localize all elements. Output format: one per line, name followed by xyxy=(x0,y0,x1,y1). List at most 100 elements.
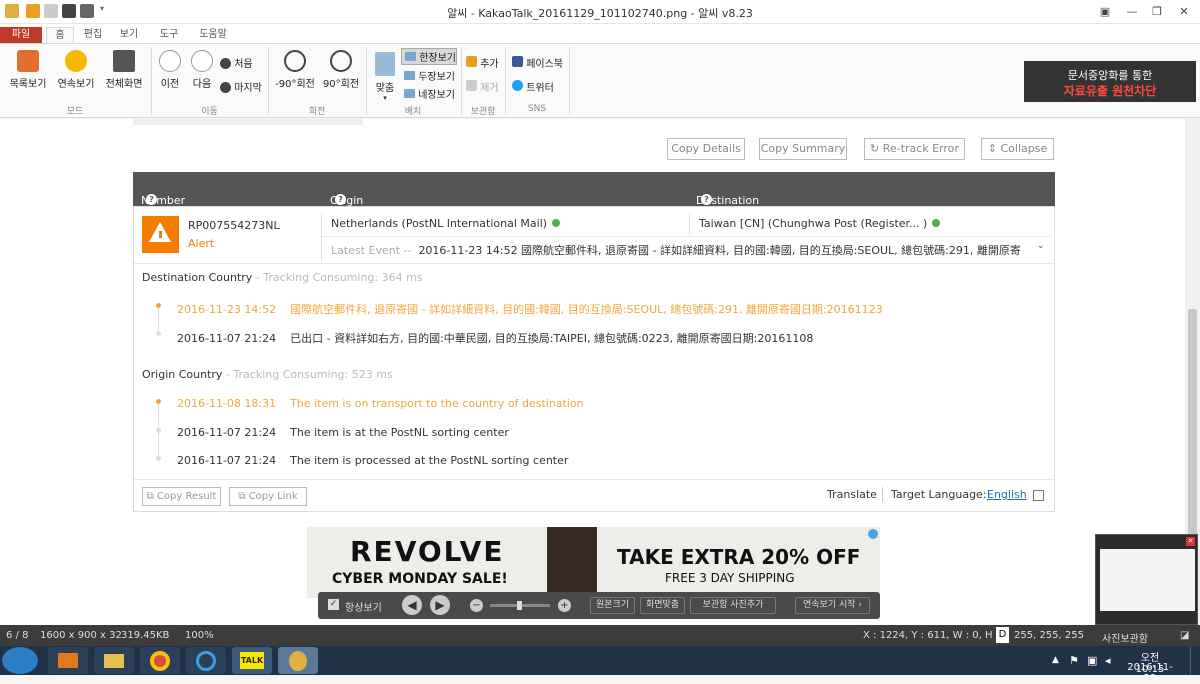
zoom-slider-thumb[interactable] xyxy=(517,601,522,610)
tab-edit[interactable]: 편집 xyxy=(78,27,108,44)
copy-link-button[interactable]: ⧉ Copy Link xyxy=(229,487,307,506)
table-header: Number (Status)? Origin (Carrier)? Desti… xyxy=(133,172,1055,220)
copy-icon: ⧉ xyxy=(146,491,154,502)
original-size-button[interactable]: 원본크기 xyxy=(590,597,635,614)
tab-file[interactable]: 파일 xyxy=(0,27,42,44)
first-button[interactable]: 처음 xyxy=(220,55,253,70)
origin-carrier: Netherlands (PostNL International Mail) xyxy=(331,217,561,230)
start-button[interactable] xyxy=(2,647,38,674)
viewer-toolbar: ✓ 항상보기 ◀ ▶ − + 원본크기 화면맞춤 보관함 사진추가 연속보기 시… xyxy=(318,592,880,619)
twitter-button[interactable]: 트위터 xyxy=(512,79,554,94)
show-desktop-button[interactable] xyxy=(1190,646,1200,675)
chevron-right-icon: › xyxy=(858,600,863,610)
thumbnail-label: 사진보관함 xyxy=(1102,634,1148,645)
divider xyxy=(321,213,322,261)
restore-layout-icon[interactable]: ▣ xyxy=(1091,3,1119,20)
prev-image-button[interactable]: ◀ xyxy=(402,595,422,615)
zoom-slider[interactable] xyxy=(490,601,550,610)
thumbnail-preview[interactable]: ✕ xyxy=(1095,534,1198,625)
status-index: 6 / 8 xyxy=(6,630,29,641)
prev-button[interactable]: 이전 xyxy=(156,50,184,90)
status-zoom: 100% xyxy=(185,630,214,641)
quad-view-icon xyxy=(404,89,415,98)
rotate-left-icon xyxy=(284,50,306,72)
double-view-button[interactable]: 두장보기 xyxy=(404,68,455,83)
archive-add-icon xyxy=(466,56,477,67)
timeline-dot xyxy=(156,399,161,404)
tab-home[interactable]: 홈 xyxy=(46,27,74,44)
last-button[interactable]: 마지막 xyxy=(220,79,262,94)
next-button[interactable]: 다음 xyxy=(188,50,216,90)
media-player-icon[interactable] xyxy=(48,647,88,674)
volume-icon[interactable]: ◂ xyxy=(1105,654,1111,667)
window-title: 알씨 - KakaoTalk_20161129_101102740.png - … xyxy=(447,7,753,20)
help-icon[interactable]: ? xyxy=(146,194,157,205)
ad-banner[interactable]: REVOLVE CYBER MONDAY SALE! TAKE EXTRA 20… xyxy=(307,527,880,598)
help-icon[interactable]: ? xyxy=(701,194,712,205)
rotate-left-button[interactable]: -90°회전 xyxy=(274,50,316,90)
retrack-error-button[interactable]: ↻ Re-track Error xyxy=(864,138,965,160)
kakaotalk-icon[interactable]: TALK xyxy=(232,647,272,674)
minimize-button[interactable]: — xyxy=(1118,3,1146,20)
copy-summary-button[interactable]: Copy Summary xyxy=(759,138,847,160)
translate-checkbox[interactable] xyxy=(1033,490,1044,501)
list-view-button[interactable]: 목록보기 xyxy=(6,50,50,90)
rotate-right-button[interactable]: 90°회전 xyxy=(320,50,362,90)
help-icon[interactable]: ? xyxy=(335,194,346,205)
archive-add-button[interactable]: 추가 xyxy=(466,55,499,70)
clock-date[interactable]: 2016-11-29 xyxy=(1125,662,1175,684)
next-image-button[interactable]: ▶ xyxy=(430,595,450,615)
play-icon xyxy=(65,50,87,72)
first-icon xyxy=(220,58,231,69)
fullscreen-button[interactable]: 전체화면 xyxy=(102,50,146,90)
pin-icon[interactable]: ◪ xyxy=(1180,630,1189,641)
tray-expand-icon[interactable]: ▲ xyxy=(1052,655,1059,665)
add-to-archive-button[interactable]: 보관함 사진추가 xyxy=(690,597,776,614)
close-icon[interactable]: ✕ xyxy=(1186,537,1195,546)
alsee-icon[interactable] xyxy=(278,647,318,674)
collapse-button[interactable]: ⇕ Collapse xyxy=(981,138,1054,160)
slideshow-button[interactable]: 연속보기 xyxy=(54,50,98,90)
network-icon[interactable]: ▣ xyxy=(1087,654,1097,667)
copy-details-button[interactable]: Copy Details xyxy=(667,138,745,160)
flag-icon[interactable]: ⚑ xyxy=(1069,654,1079,667)
event-row: 2016-11-07 21:24 The item is processed a… xyxy=(177,454,569,467)
archive-remove-button[interactable]: 제거 xyxy=(466,79,499,94)
fit-screen-button[interactable]: 화면맞춤 xyxy=(640,597,685,614)
tab-help[interactable]: 도움말 xyxy=(194,27,232,44)
expand-icon[interactable]: ⌄ xyxy=(1037,241,1045,251)
status-filesize: 319.45KB xyxy=(121,630,170,641)
status-label: Alert xyxy=(188,237,215,250)
timeline-dot xyxy=(156,456,161,461)
page-top-edge xyxy=(133,119,363,125)
file-explorer-icon[interactable] xyxy=(94,647,134,674)
thumbnail-image xyxy=(1100,549,1195,611)
slideshow-start-button[interactable]: 연속보기 시작 › xyxy=(795,597,870,614)
fit-button[interactable]: 맞춤 ▾ xyxy=(372,52,398,102)
tab-view[interactable]: 보기 xyxy=(114,27,144,44)
facebook-button[interactable]: 페이스북 xyxy=(512,55,563,70)
ad-info-icon[interactable] xyxy=(868,529,878,539)
single-view-button[interactable]: 한장보기 xyxy=(401,48,457,65)
promo-banner[interactable]: 문서중앙화를 통한 자료유출 원천차단 xyxy=(1024,61,1196,102)
promo-line1: 문서중앙화를 통한 xyxy=(1067,69,1153,82)
always-on-top-checkbox[interactable]: ✓ xyxy=(328,599,339,610)
copy-result-button[interactable]: ⧉ Copy Result xyxy=(142,487,221,506)
ribbon: 목록보기 연속보기 전체화면 모드 이전 다음 처음 마지막 이동 -90°회전… xyxy=(0,43,1200,118)
taskbar: TALK ▲ ⚑ ▣ ◂ 오전 10:15 2016-11-29 xyxy=(0,646,1200,684)
zoom-out-icon[interactable]: − xyxy=(470,599,483,612)
tab-tools[interactable]: 도구 xyxy=(154,27,184,44)
archive-remove-icon xyxy=(466,80,477,91)
divider xyxy=(569,47,570,115)
maximize-button[interactable]: ❐ xyxy=(1143,3,1171,20)
promo-line2: 자료유출 원천차단 xyxy=(1063,84,1157,98)
language-link[interactable]: English xyxy=(987,488,1027,501)
close-button[interactable]: ✕ xyxy=(1170,3,1198,20)
divider xyxy=(882,487,883,502)
internet-explorer-icon[interactable] xyxy=(186,647,226,674)
zoom-in-icon[interactable]: + xyxy=(558,599,571,612)
ad-shipping: FREE 3 DAY SHIPPING xyxy=(665,571,795,585)
tracking-number[interactable]: RP007554273NL xyxy=(188,219,280,232)
quad-view-button[interactable]: 네장보기 xyxy=(404,86,455,101)
chrome-icon[interactable] xyxy=(140,647,180,674)
